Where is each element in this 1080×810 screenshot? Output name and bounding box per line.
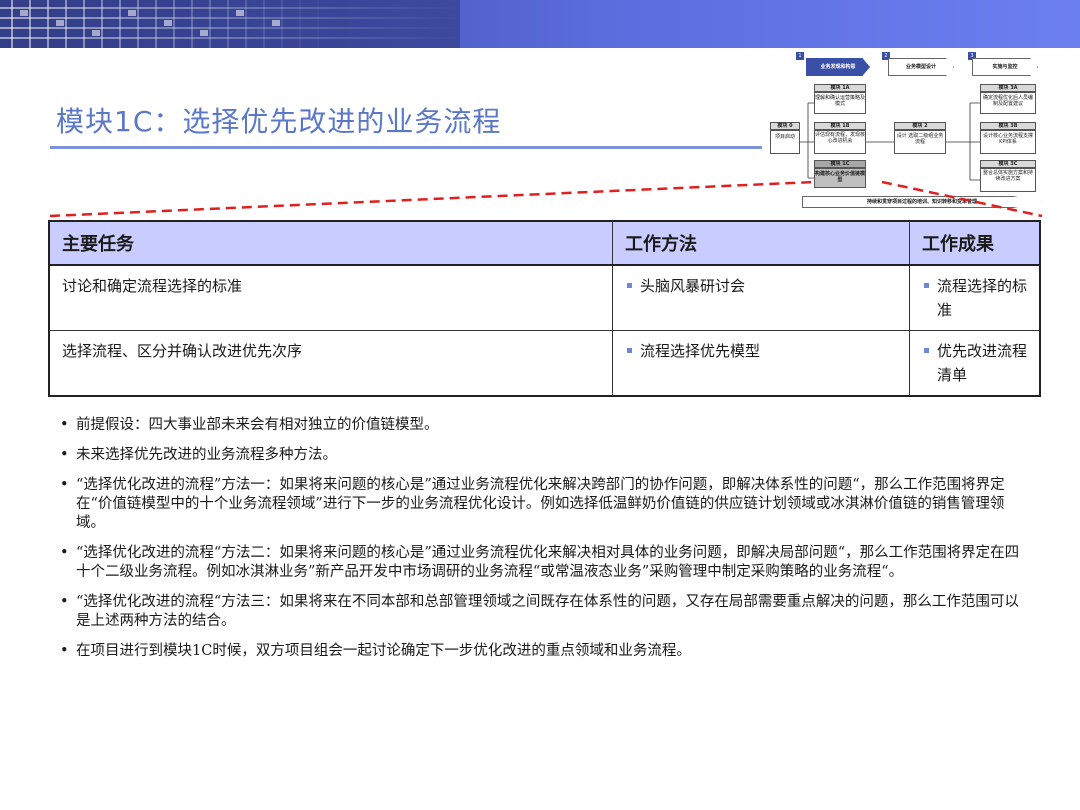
bullet-square-icon bbox=[924, 283, 929, 288]
bullet-square-icon bbox=[627, 348, 632, 353]
result-text: 优先改进流程清单 bbox=[937, 342, 1028, 384]
list-item: • 在项目进行到模块1C时候，双方项目组会一起讨论确定下一步优化改进的重点领域和业… bbox=[60, 642, 1020, 661]
result-cell: 优先改进流程清单 bbox=[909, 330, 1041, 397]
note-text: “选择优化改进的流程“方法三：如果将来在不同本部和总部管理领域之间既存在体系性的… bbox=[76, 594, 1019, 629]
bullet-dot-icon: • bbox=[60, 643, 69, 659]
bullet-dot-icon: • bbox=[60, 545, 69, 561]
task-table: 主要任务 工作方法 工作成果 讨论和确定流程选择的标准 头脑风暴研讨会 流程选择… bbox=[48, 220, 1041, 397]
list-item: • “选择优化改进的流程“方法二：如果将来问题的核心是”通过业务流程优化来解决相对… bbox=[60, 544, 1020, 582]
notes-list: • 前提假设：四大事业部未来会有相对独立的价值链模型。 • 未来选择优先改进的业务流… bbox=[60, 416, 1020, 672]
note-text: “选择优化改进的流程”方法一：如果将来问题的核心是”通过业务流程优化来解决跨部门… bbox=[76, 477, 1005, 531]
bullet-dot-icon: • bbox=[60, 594, 69, 610]
method-text: 头脑风暴研讨会 bbox=[640, 277, 746, 295]
bullet-square-icon bbox=[627, 283, 632, 288]
result-text: 流程选择的标准 bbox=[937, 277, 1028, 319]
bullet-dot-icon: • bbox=[60, 447, 69, 463]
note-text: 未来选择优先改进的业务流程多种方法。 bbox=[76, 447, 337, 463]
method-text: 流程选择优先模型 bbox=[640, 342, 761, 360]
list-item: • 未来选择优先改进的业务流程多种方法。 bbox=[60, 446, 1020, 465]
task-cell: 讨论和确定流程选择的标准 bbox=[48, 265, 613, 331]
zoom-dashed-lines bbox=[49, 180, 1043, 218]
result-cell: 流程选择的标准 bbox=[909, 265, 1041, 331]
note-text: “选择优化改进的流程“方法二：如果将来问题的核心是”通过业务流程优化来解决相对具… bbox=[76, 545, 1020, 580]
list-item: • 前提假设：四大事业部未来会有相对独立的价值链模型。 bbox=[60, 416, 1020, 435]
list-item: • “选择优化改进的流程”方法一：如果将来问题的核心是”通过业务流程优化来解决跨部… bbox=[60, 476, 1020, 533]
column-header-result: 工作成果 bbox=[909, 220, 1041, 266]
method-cell: 头脑风暴研讨会 bbox=[612, 265, 910, 331]
task-cell: 选择流程、区分并确认改进优先次序 bbox=[48, 330, 613, 397]
note-text: 前提假设：四大事业部未来会有相对独立的价值链模型。 bbox=[76, 417, 439, 433]
table-header-row: 主要任务 工作方法 工作成果 bbox=[48, 220, 1041, 266]
column-header-task: 主要任务 bbox=[48, 220, 613, 266]
method-cell: 流程选择优先模型 bbox=[612, 330, 910, 397]
note-text: 在项目进行到模块1C时候，双方项目组会一起讨论确定下一步优化改进的重点领域和业务… bbox=[76, 643, 691, 659]
column-header-method: 工作方法 bbox=[612, 220, 910, 266]
bullet-square-icon bbox=[924, 348, 929, 353]
bullet-dot-icon: • bbox=[60, 477, 69, 493]
table-row: 选择流程、区分并确认改进优先次序 流程选择优先模型 优先改进流程清单 bbox=[48, 330, 1041, 397]
bullet-dot-icon: • bbox=[60, 417, 69, 433]
table-row: 讨论和确定流程选择的标准 头脑风暴研讨会 流程选择的标准 bbox=[48, 265, 1041, 331]
list-item: • “选择优化改进的流程“方法三：如果将来在不同本部和总部管理领域之间既存在体系性… bbox=[60, 593, 1020, 631]
